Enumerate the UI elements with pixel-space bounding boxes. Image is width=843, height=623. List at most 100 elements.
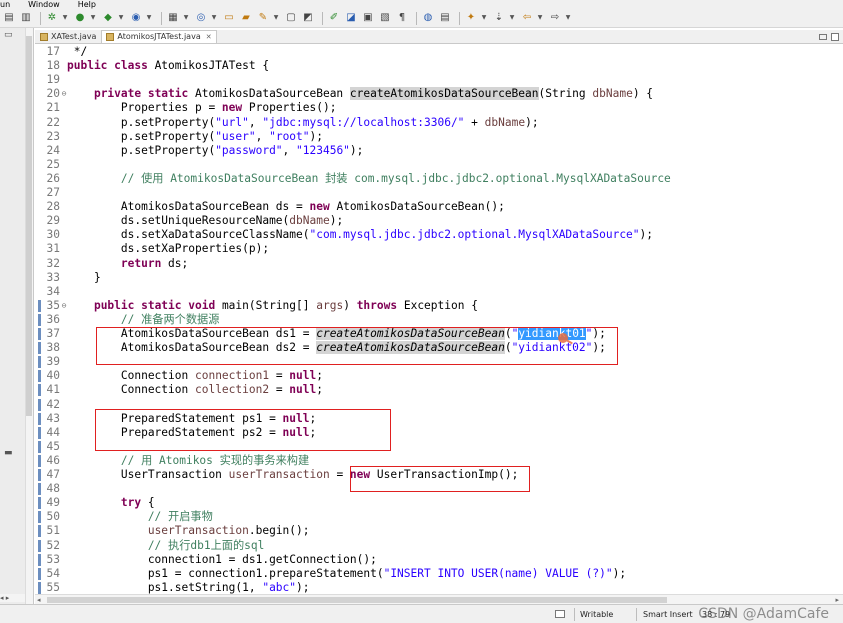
save-all-icon[interactable]: ▥: [19, 11, 33, 25]
chevron-down-icon[interactable]: ▼: [537, 11, 543, 25]
external-tools-icon[interactable]: ◆: [101, 11, 115, 25]
menu-item-help[interactable]: Help: [75, 0, 99, 9]
chevron-down-icon[interactable]: ▼: [273, 11, 279, 25]
toggle-block-selection-icon[interactable]: ◪: [344, 11, 358, 25]
back-icon[interactable]: ⇦: [520, 11, 534, 25]
chevron-down-icon[interactable]: ▼: [211, 11, 217, 25]
code-line[interactable]: 22 p.setProperty("url", "jdbc:mysql://lo…: [38, 116, 843, 130]
chevron-down-icon[interactable]: ▼: [90, 11, 96, 25]
code-line[interactable]: 54 ps1 = connection1.prepareStatement("I…: [38, 567, 843, 581]
code-line[interactable]: 52 // 执行db1上面的sql: [38, 539, 843, 553]
toggle-annotation-icon[interactable]: ▢: [284, 11, 298, 25]
menu-item-run[interactable]: un: [0, 0, 13, 9]
code-line[interactable]: 35 ⊖ public static void main(String[] arg…: [38, 299, 843, 313]
code-line[interactable]: 18 public class AtomikosJTATest {: [38, 59, 843, 73]
horizontal-scrollbar[interactable]: ◂ ▸: [35, 594, 843, 604]
code-token: userTransaction: [147, 524, 249, 538]
search-icon[interactable]: ✎: [256, 11, 270, 25]
show-whitespace-icon[interactable]: ▣: [361, 11, 375, 25]
forward-icon[interactable]: ⇨: [548, 11, 562, 25]
line-number: 29: [46, 214, 60, 228]
line-number: 31: [46, 242, 60, 256]
code-editor[interactable]: 17 */18 public class AtomikosJTATest {19 2…: [38, 44, 843, 594]
code-line[interactable]: 26 // 使用 AtomikosDataSourceBean 封装 com.m…: [38, 172, 843, 186]
terminal-icon[interactable]: ▤: [438, 11, 452, 25]
code-line[interactable]: 17 */: [38, 45, 843, 59]
chevron-down-icon[interactable]: ▼: [183, 11, 189, 25]
code-line[interactable]: 25: [38, 158, 843, 172]
code-line[interactable]: 33 }: [38, 271, 843, 285]
code-token: null: [289, 383, 317, 397]
new-java-class-icon[interactable]: ◎: [194, 11, 208, 25]
prev-edit-icon[interactable]: ⇣: [492, 11, 506, 25]
word-wrap-icon[interactable]: ▧: [378, 11, 392, 25]
line-number: 47: [46, 468, 60, 481]
status-separator: [574, 608, 575, 621]
next-annotation-icon[interactable]: ◩: [301, 11, 315, 25]
web-browser-icon[interactable]: ◍: [421, 11, 435, 25]
code-line[interactable]: 21 Properties p = new Properties();: [38, 101, 843, 115]
code-line[interactable]: 40 Connection connection1 = null;: [38, 369, 843, 383]
chevron-down-icon[interactable]: ▼: [118, 11, 124, 25]
code-text: return ds;: [67, 257, 188, 271]
code-line[interactable]: 51 userTransaction.begin();: [38, 524, 843, 538]
debug-icon[interactable]: ✲: [45, 11, 59, 25]
coverage-icon[interactable]: ◉: [129, 11, 143, 25]
chevron-down-icon[interactable]: ▼: [62, 11, 68, 25]
close-icon[interactable]: ✕: [206, 31, 212, 43]
chevron-down-icon[interactable]: ▼: [146, 11, 152, 25]
minimize-icon[interactable]: [819, 33, 827, 40]
chevron-down-icon[interactable]: ▼: [509, 11, 515, 25]
code-line[interactable]: 49 try {: [38, 496, 843, 510]
code-text: AtomikosDataSourceBean ds = new Atomikos…: [67, 200, 505, 214]
code-line[interactable]: 24 p.setProperty("password", "123456");: [38, 144, 843, 158]
open-type-icon[interactable]: ▰: [239, 11, 253, 25]
menu-item-window[interactable]: Window: [25, 0, 63, 9]
code-line[interactable]: 36 // 准备两个数据源: [38, 313, 843, 327]
toggle-mark-occurrences-icon[interactable]: ✐: [327, 11, 341, 25]
code-line[interactable]: 55 ps1.setString(1, "abc");: [38, 581, 843, 594]
scroll-arrow-left-icon[interactable]: ◂ ▸: [0, 594, 25, 602]
code-token: public static void: [93, 298, 216, 312]
code-line[interactable]: 41 Connection collection2 = null;: [38, 383, 843, 397]
code-line[interactable]: 27: [38, 186, 843, 200]
status-separator: [636, 608, 637, 621]
code-line[interactable]: 28 AtomikosDataSourceBean ds = new Atomi…: [38, 200, 843, 214]
chevron-down-icon[interactable]: ▼: [565, 11, 571, 25]
line-number: 54: [46, 566, 60, 580]
code-line[interactable]: 53 connection1 = ds1.getConnection();: [38, 553, 843, 567]
code-text: */: [67, 45, 87, 59]
code-line[interactable]: 23 p.setProperty("user", "root");: [38, 130, 843, 144]
code-line[interactable]: 31 ds.setXaProperties(p);: [38, 242, 843, 256]
line-number: 48: [46, 482, 60, 496]
run-icon[interactable]: ●: [73, 11, 87, 25]
new-server-icon[interactable]: ▦: [166, 11, 180, 25]
maximize-icon[interactable]: [831, 32, 839, 41]
line-number: 34: [46, 284, 60, 298]
vertical-scrollbar-thumb[interactable]: [26, 36, 32, 416]
code-text: p.setProperty("user", "root");: [67, 130, 323, 144]
code-line[interactable]: 50 // 开启事物: [38, 510, 843, 524]
save-icon[interactable]: ▤: [2, 11, 16, 25]
code-line[interactable]: 19: [38, 73, 843, 87]
tab-bar-controls: [819, 30, 843, 43]
code-text: // 使用 AtomikosDataSourceBean 封装 com.mysq…: [67, 172, 671, 186]
code-token: throws: [356, 298, 398, 312]
code-line[interactable]: 32 return ds;: [38, 257, 843, 271]
code-line[interactable]: 34: [38, 285, 843, 299]
horizontal-scrollbar-thumb[interactable]: [47, 597, 667, 603]
code-token: p.setProperty(: [67, 143, 216, 157]
chevron-down-icon[interactable]: ▼: [481, 11, 487, 25]
open-folder-icon[interactable]: ▭: [222, 11, 236, 25]
code-line[interactable]: 29 ds.setUniqueResourceName(dbName);: [38, 214, 843, 228]
pilcrow-icon[interactable]: ¶: [395, 11, 409, 25]
tab-xatest[interactable]: XATest.java: [35, 30, 101, 43]
code-line[interactable]: 20 ⊖ private static AtomikosDataSourceBea…: [38, 87, 843, 101]
code-line[interactable]: 30 ds.setXaDataSourceClassName("com.mysq…: [38, 228, 843, 242]
code-token: Properties p =: [67, 101, 222, 115]
restore-icon[interactable]: ▭: [4, 30, 18, 40]
tab-atomikos-jta-test[interactable]: AtomikosJTATest.java ✕: [101, 30, 217, 43]
next-edit-icon[interactable]: ✦: [464, 11, 478, 25]
minimize-icon[interactable]: ▬: [4, 448, 18, 458]
